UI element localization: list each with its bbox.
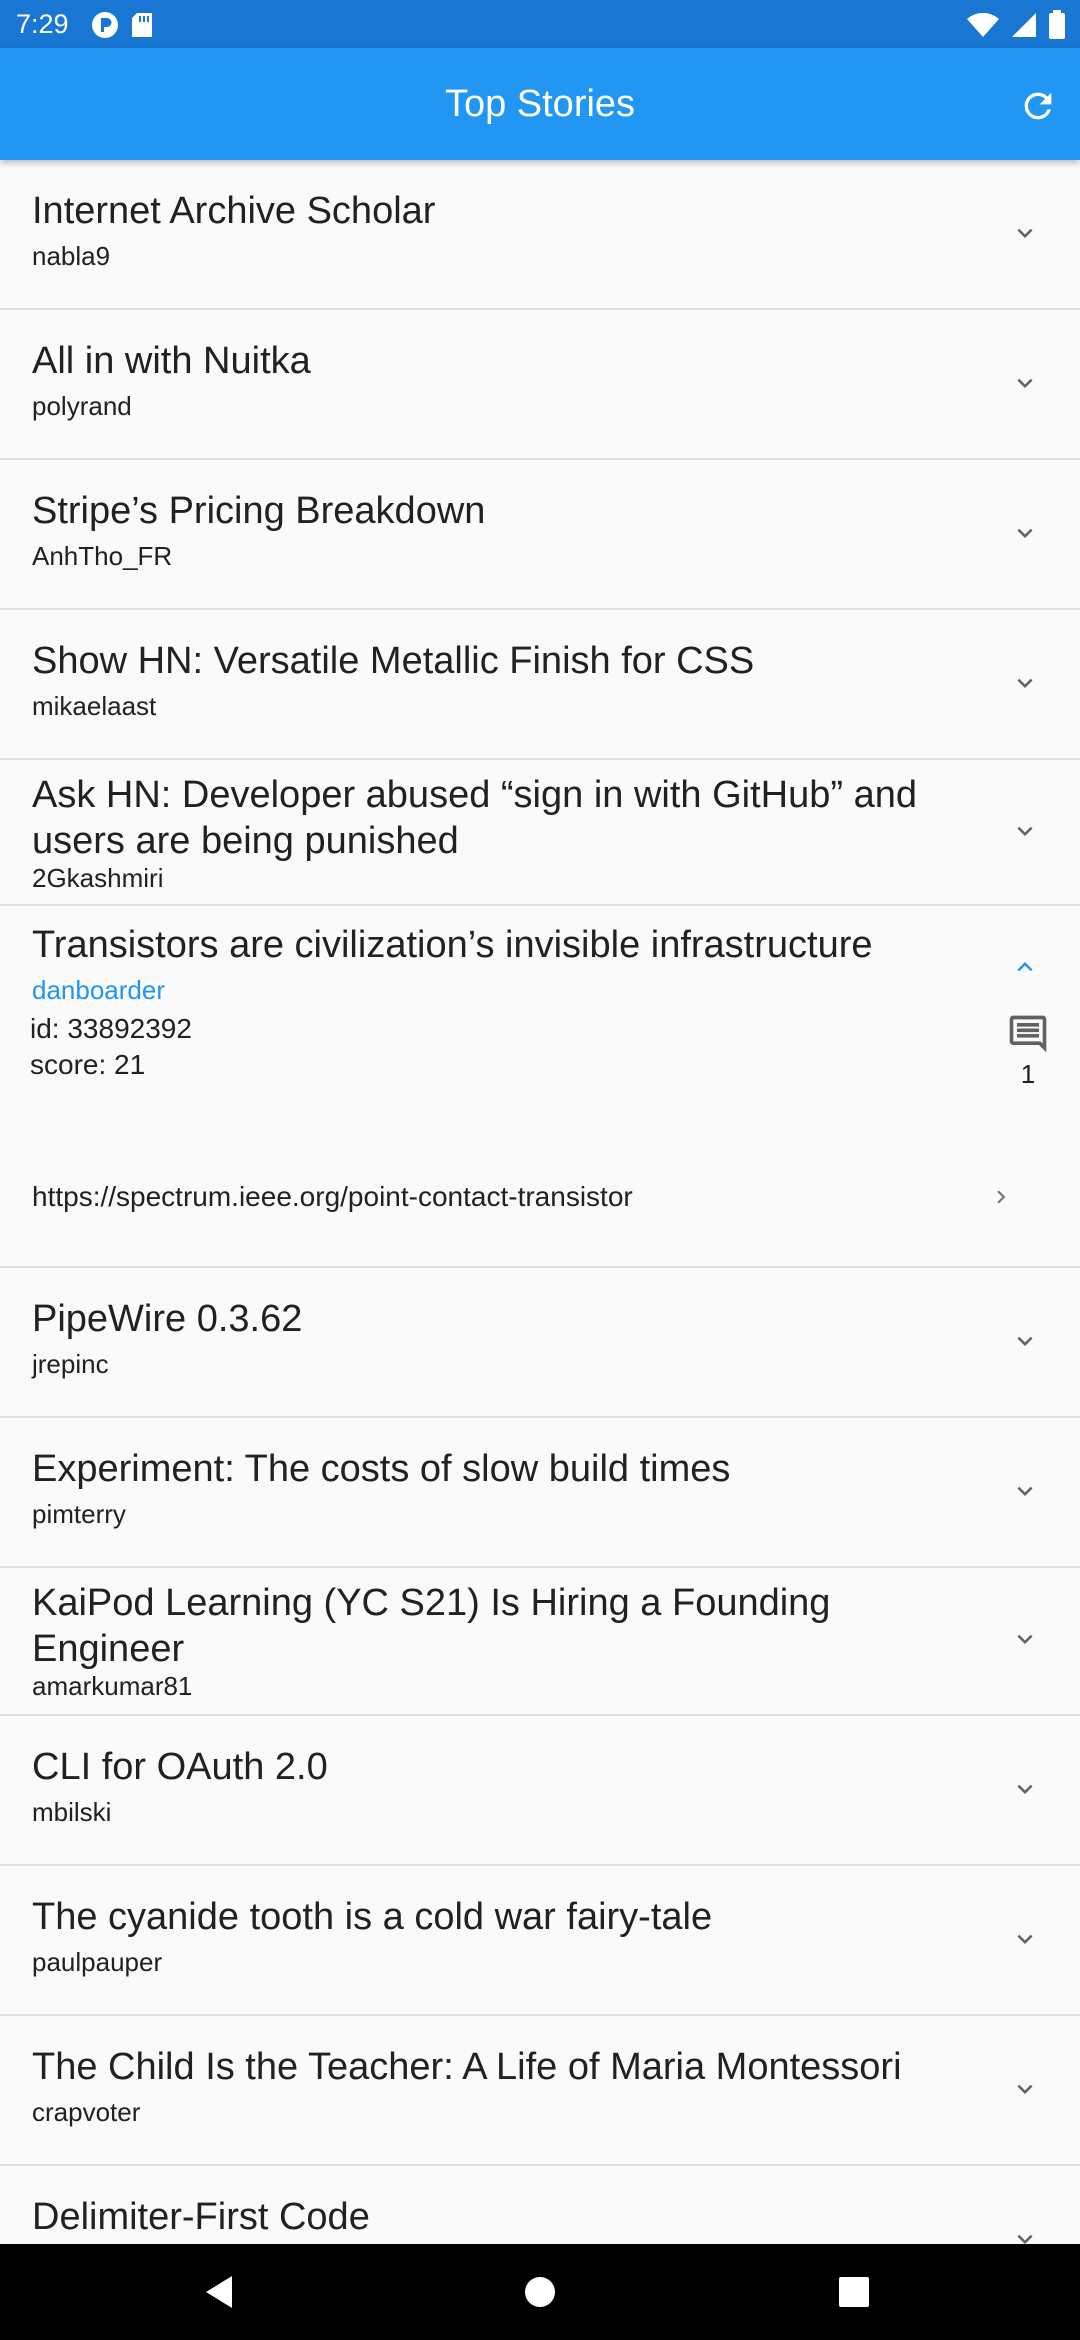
story-author: pimterry	[32, 1499, 126, 1529]
chevron-down-icon[interactable]	[1010, 518, 1040, 548]
refresh-icon	[1024, 92, 1052, 120]
story-title: Ask HN: Developer abused “sign in with G…	[32, 774, 917, 862]
chevron-down-icon[interactable]	[1010, 368, 1040, 398]
page-title: Top Stories	[444, 83, 636, 125]
story-item[interactable]: PipeWire 0.3.62 jrepinc	[0, 1268, 1080, 1418]
app-bar: Top Stories	[0, 48, 1080, 160]
story-item[interactable]: The cyanide tooth is a cold war fairy-ta…	[0, 1866, 1080, 2016]
story-author: danboarder	[32, 975, 165, 1005]
chevron-down-icon[interactable]	[1010, 1624, 1040, 1654]
story-item[interactable]: CLI for OAuth 2.0 mbilski	[0, 1716, 1080, 1866]
story-author: polyrand	[32, 391, 132, 421]
status-right-icons	[966, 10, 1066, 40]
story-author: paulpauper	[32, 1947, 163, 1977]
chevron-down-icon[interactable]	[1010, 668, 1040, 698]
story-item[interactable]: Ask HN: Developer abused “sign in with G…	[0, 760, 1080, 906]
story-list[interactable]: Internet Archive Scholar nabla9 All in w…	[0, 160, 1080, 2244]
status-left-icons	[90, 10, 154, 40]
story-id: id: 33892392	[30, 1013, 192, 1044]
story-title: Stripe’s Pricing Breakdown	[32, 490, 486, 532]
story-item[interactable]: The Child Is the Teacher: A Life of Mari…	[0, 2016, 1080, 2166]
back-icon[interactable]	[202, 2272, 242, 2312]
story-title: The cyanide tooth is a cold war fairy-ta…	[32, 1896, 713, 1938]
story-author: amarkumar81	[32, 1671, 193, 1701]
story-item[interactable]: Delimiter-First Code	[0, 2166, 1080, 2244]
story-item-expanded[interactable]: Transistors are civilization’s invisible…	[0, 906, 1080, 1268]
home-icon[interactable]	[520, 2272, 560, 2312]
story-title: PipeWire 0.3.62	[32, 1298, 303, 1340]
chevron-down-icon[interactable]	[1010, 2074, 1040, 2104]
chevron-down-icon[interactable]	[1010, 1924, 1040, 1954]
system-nav-bar	[0, 2244, 1080, 2340]
chevron-down-icon[interactable]	[1010, 1476, 1040, 1506]
story-item[interactable]: Show HN: Versatile Metallic Finish for C…	[0, 610, 1080, 760]
chevron-down-icon[interactable]	[1010, 1326, 1040, 1356]
recents-icon[interactable]	[834, 2272, 874, 2312]
story-author: mikaelaast	[32, 691, 157, 721]
comments-icon[interactable]	[1006, 1012, 1050, 1056]
refresh-button[interactable]	[1010, 78, 1066, 134]
story-title: All in with Nuitka	[32, 340, 311, 382]
chevron-right-icon	[997, 1190, 1006, 1204]
chevron-up-icon[interactable]	[1010, 952, 1040, 982]
story-title: Internet Archive Scholar	[32, 190, 436, 232]
chevron-down-icon[interactable]	[1010, 2224, 1040, 2244]
chevron-down-icon[interactable]	[1010, 816, 1040, 846]
battery-icon	[1049, 10, 1065, 39]
story-author: crapvoter	[32, 2097, 141, 2127]
chevron-down-icon[interactable]	[1010, 218, 1040, 248]
story-link-row[interactable]: https://spectrum.ieee.org/point-contact-…	[0, 1162, 1080, 1232]
story-item[interactable]: KaiPod Learning (YC S21) Is Hiring a Fou…	[0, 1568, 1080, 1716]
sd-card-icon	[132, 13, 152, 37]
story-author: 2Gkashmiri	[32, 863, 164, 893]
story-author: mbilski	[32, 1797, 112, 1827]
wifi-icon	[967, 12, 999, 38]
story-item[interactable]: Internet Archive Scholar nabla9	[0, 160, 1080, 310]
story-item[interactable]: All in with Nuitka polyrand	[0, 310, 1080, 460]
story-score: score: 21	[30, 1049, 146, 1080]
story-author: AnhTho_FR	[32, 541, 173, 571]
story-author: jrepinc	[32, 1349, 109, 1379]
story-title: Delimiter-First Code	[32, 2196, 370, 2238]
comments-count: 1	[1020, 1059, 1036, 1089]
story-item[interactable]: Experiment: The costs of slow build time…	[0, 1418, 1080, 1568]
story-author: nabla9	[32, 241, 111, 271]
story-url[interactable]: https://spectrum.ieee.org/point-contact-…	[32, 1180, 633, 1214]
story-title: The Child Is the Teacher: A Life of Mari…	[32, 2046, 902, 2088]
p-icon	[92, 12, 118, 38]
chevron-down-icon[interactable]	[1010, 1774, 1040, 1804]
story-title: KaiPod Learning (YC S21) Is Hiring a Fou…	[32, 1582, 831, 1670]
signal-icon	[1012, 13, 1036, 37]
story-title: Show HN: Versatile Metallic Finish for C…	[32, 640, 755, 682]
story-title: Experiment: The costs of slow build time…	[32, 1448, 731, 1490]
story-item[interactable]: Stripe’s Pricing Breakdown AnhTho_FR	[0, 460, 1080, 610]
story-title: Transistors are civilization’s invisible…	[32, 924, 873, 966]
status-bar: 7:29	[0, 0, 1080, 48]
status-time: 7:29	[16, 9, 69, 39]
story-title: CLI for OAuth 2.0	[32, 1746, 328, 1788]
